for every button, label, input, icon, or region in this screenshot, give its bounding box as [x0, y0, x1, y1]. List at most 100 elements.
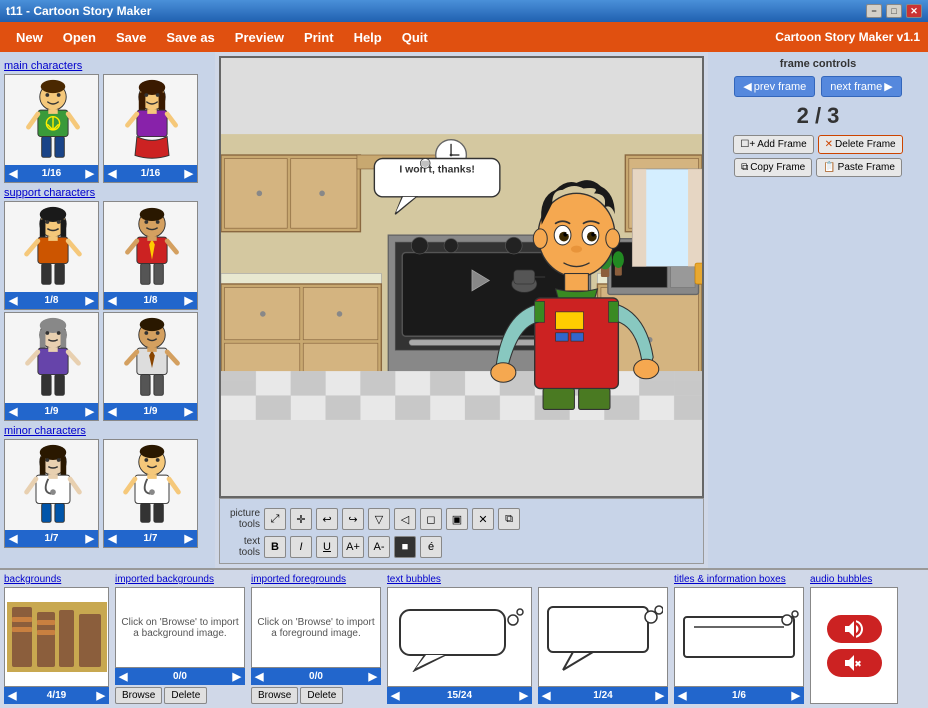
tool-redo[interactable]: ↪ [342, 508, 364, 530]
char-next-2[interactable]: ▶ [185, 167, 193, 180]
menu-open[interactable]: Open [55, 26, 104, 49]
tool-font-larger[interactable]: A+ [342, 536, 364, 558]
tool-shade1[interactable]: ◻ [420, 508, 442, 530]
scene-canvas[interactable]: I won't, thanks! [219, 56, 704, 498]
titles-label: titles & information boxes [674, 574, 804, 585]
tool-flip-v[interactable]: ▽ [368, 508, 390, 530]
ibg-prev[interactable]: ◀ [119, 670, 127, 683]
bg-browse-button[interactable]: Browse [115, 687, 162, 704]
minor-chars-label: minor characters [4, 425, 211, 437]
paste-frame-button[interactable]: 📋 Paste Frame [816, 158, 902, 177]
audio-play-button-2[interactable] [827, 649, 882, 677]
char-card-5[interactable]: ◀ 1/9 ▶ [4, 312, 99, 421]
tb-next[interactable]: ▶ [520, 689, 528, 702]
tool-undo[interactable]: ↩ [316, 508, 338, 530]
titles-thumb[interactable] [674, 587, 804, 687]
char-card-6[interactable]: ◀ 1/9 ▶ [103, 312, 198, 421]
ibg-next[interactable]: ▶ [233, 670, 241, 683]
char-next-6[interactable]: ▶ [185, 405, 193, 418]
char-prev-6[interactable]: ◀ [108, 405, 116, 418]
tb2-next[interactable]: ▶ [656, 689, 664, 702]
title-next[interactable]: ▶ [792, 689, 800, 702]
menu-preview[interactable]: Preview [227, 26, 292, 49]
ifg-next[interactable]: ▶ [369, 670, 377, 683]
delete-frame-button[interactable]: ✕ Delete Frame [818, 135, 903, 154]
tool-font-smaller[interactable]: A- [368, 536, 390, 558]
char-card-8[interactable]: ◀ 1/7 ▶ [103, 439, 198, 548]
tool-underline[interactable]: U [316, 536, 338, 558]
tool-copy-item[interactable]: ⧉ [498, 508, 520, 530]
app-version-label: Cartoon Story Maker v1.1 [775, 30, 920, 44]
char-prev-1[interactable]: ◀ [9, 167, 17, 180]
char-nav-8: ◀ 1/7 ▶ [104, 530, 197, 547]
ibg-counter: 0/0 [173, 671, 187, 682]
char-next-7[interactable]: ▶ [86, 532, 94, 545]
minimize-button[interactable]: − [866, 4, 882, 18]
add-frame-button[interactable]: ☐+ Add Frame [733, 135, 813, 154]
next-frame-button[interactable]: next frame ▶ [821, 76, 901, 97]
close-button[interactable]: ✕ [906, 4, 922, 18]
tb-counter: 15/24 [447, 690, 472, 701]
fg-browse-delete: Browse Delete [251, 687, 381, 704]
menu-saveas[interactable]: Save as [158, 26, 222, 49]
char-prev-5[interactable]: ◀ [9, 405, 17, 418]
tool-crosshair[interactable]: ✛ [290, 508, 312, 530]
support-chars-row1: ◀ 1/8 ▶ [4, 201, 211, 310]
frame-counter: 2 / 3 [797, 103, 840, 129]
tool-flip-h[interactable]: ◁ [394, 508, 416, 530]
text-bubbles-label: text bubbles [387, 574, 532, 585]
bg-prev[interactable]: ◀ [8, 689, 16, 702]
char-card-3[interactable]: ◀ 1/8 ▶ [4, 201, 99, 310]
char-next-5[interactable]: ▶ [86, 405, 94, 418]
copy-frame-button[interactable]: ⧉ Copy Frame [734, 158, 812, 177]
backgrounds-section: backgrounds ◀ 4/19 ▶ [4, 574, 109, 704]
prev-frame-button[interactable]: ◀ prev frame [734, 76, 815, 97]
tool-bold[interactable]: B [264, 536, 286, 558]
char-prev-8[interactable]: ◀ [108, 532, 116, 545]
tb2-prev[interactable]: ◀ [542, 689, 550, 702]
text-bubbles-thumb[interactable] [387, 587, 532, 687]
fg-browse-button[interactable]: Browse [251, 687, 298, 704]
tb-prev[interactable]: ◀ [391, 689, 399, 702]
text-tools-row: texttools B I U A+ A- ■ é [222, 533, 701, 561]
char-prev-2[interactable]: ◀ [108, 167, 116, 180]
text-bubble2-thumb[interactable] [538, 587, 668, 687]
char-prev-4[interactable]: ◀ [108, 294, 116, 307]
char-prev-7[interactable]: ◀ [9, 532, 17, 545]
char-card-4[interactable]: ◀ 1/8 ▶ [103, 201, 198, 310]
tool-delete-item[interactable]: ✕ [472, 508, 494, 530]
char-next-4[interactable]: ▶ [185, 294, 193, 307]
menu-print[interactable]: Print [296, 26, 342, 49]
bg-next[interactable]: ▶ [97, 689, 105, 702]
paste-icon: 📋 [823, 162, 835, 173]
title-prev[interactable]: ◀ [678, 689, 686, 702]
maximize-button[interactable]: □ [886, 4, 902, 18]
char-card-1[interactable]: ◀ 1/16 ▶ [4, 74, 99, 183]
tool-shade2[interactable]: ▣ [446, 508, 468, 530]
imported-bg-text: Click on 'Browse' to import a background… [120, 617, 240, 639]
char-next-8[interactable]: ▶ [185, 532, 193, 545]
char-img-7 [5, 440, 99, 530]
audio-play-button-1[interactable] [827, 615, 882, 643]
tool-resize[interactable]: ⤢ [264, 508, 286, 530]
menu-new[interactable]: New [8, 26, 51, 49]
backgrounds-thumb[interactable] [4, 587, 109, 687]
menu-save[interactable]: Save [108, 26, 154, 49]
char-card-7[interactable]: ◀ 1/7 ▶ [4, 439, 99, 548]
menu-quit[interactable]: Quit [394, 26, 436, 49]
tool-color[interactable]: ■ [394, 536, 416, 558]
ifg-prev[interactable]: ◀ [255, 670, 263, 683]
char-next-1[interactable]: ▶ [86, 167, 94, 180]
text-bubble2-nav: ◀ 1/24 ▶ [538, 687, 668, 704]
bg-counter: 4/19 [47, 690, 66, 701]
char-next-3[interactable]: ▶ [86, 294, 94, 307]
bg-delete-button[interactable]: Delete [164, 687, 207, 704]
picture-tools-row: picturetools ⤢ ✛ ↩ ↪ ▽ ◁ ◻ ▣ ✕ ⧉ [222, 505, 701, 533]
char-card-2[interactable]: ◀ 1/16 ▶ [103, 74, 198, 183]
tool-italic[interactable]: I [290, 536, 312, 558]
tool-special-char[interactable]: é [420, 536, 442, 558]
menu-help[interactable]: Help [346, 26, 390, 49]
char-counter-4: 1/8 [144, 295, 158, 306]
char-prev-3[interactable]: ◀ [9, 294, 17, 307]
fg-delete-button[interactable]: Delete [300, 687, 343, 704]
